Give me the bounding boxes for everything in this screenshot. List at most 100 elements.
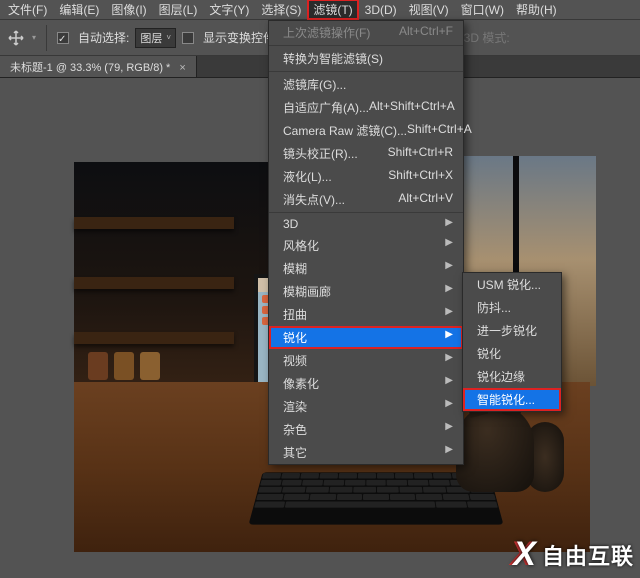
photo-shelf xyxy=(74,277,234,289)
filter-menu-item[interactable]: 扭曲▶ xyxy=(269,303,463,326)
menu-item-label: 渲染 xyxy=(283,398,307,415)
filter-menu-item[interactable]: 镜头校正(R)... Shift+Ctrl+R xyxy=(269,142,463,165)
menu-shortcut: Alt+Shift+Ctrl+A xyxy=(369,99,455,116)
menu-item-label: 镜头校正(R)... xyxy=(283,145,358,162)
menu-item-label: 视频 xyxy=(283,352,307,369)
menu-help[interactable]: 帮助(H) xyxy=(510,0,563,20)
close-tab-icon[interactable]: × xyxy=(179,62,185,74)
show-transform-label: 显示变换控件 xyxy=(203,29,275,46)
filter-menu-item[interactable]: 锐化 ▶ xyxy=(269,326,463,349)
sharpen-menu-item[interactable]: 锐化边缘 xyxy=(463,365,561,388)
menu-item-label: 锐化 xyxy=(283,329,307,346)
menu-edit[interactable]: 编辑(E) xyxy=(53,0,105,20)
menu-3d[interactable]: 3D(D) xyxy=(359,1,403,19)
document-tab[interactable]: 未标题-1 @ 33.3% (79, RGB/8) * × xyxy=(0,56,197,77)
menu-item-label: 模糊 xyxy=(283,260,307,277)
show-transform-checkbox[interactable] xyxy=(182,32,194,44)
filter-menu-dropdown: 上次滤镜操作(F) Alt+Ctrl+F 转换为智能滤镜(S) 滤镜库(G)... 自适… xyxy=(268,20,464,465)
auto-select-label: 自动选择: xyxy=(78,29,129,46)
menu-shortcut: Shift+Ctrl+R xyxy=(388,145,453,162)
submenu-arrow-icon: ▶ xyxy=(445,329,453,346)
menu-shortcut: Shift+Ctrl+A xyxy=(407,122,472,139)
sharpen-menu-item[interactable]: 防抖... xyxy=(463,296,561,319)
menu-item-label: 防抖... xyxy=(477,299,511,316)
menu-item-label: 3D xyxy=(283,217,298,231)
menubar: 文件(F) 编辑(E) 图像(I) 图层(L) 文字(Y) 选择(S) 滤镜(T… xyxy=(0,0,640,20)
photo-shelf xyxy=(74,217,234,229)
filter-menu-item[interactable]: 消失点(V)...Alt+Ctrl+V xyxy=(269,188,463,211)
menu-item-label: 自适应广角(A)... xyxy=(283,99,369,116)
submenu-arrow-icon: ▶ xyxy=(445,444,453,461)
separator xyxy=(46,25,47,51)
menu-item-label: 液化(L)... xyxy=(283,168,332,185)
menu-select[interactable]: 选择(S) xyxy=(255,0,307,20)
submenu-arrow-icon: ▶ xyxy=(445,217,453,231)
filter-menu-item[interactable]: 模糊 ▶ xyxy=(269,257,463,280)
menu-image[interactable]: 图像(I) xyxy=(105,0,152,20)
3d-mode-icon xyxy=(516,31,530,45)
sharpen-menu-item[interactable]: 进一步锐化 xyxy=(463,319,561,342)
document-tab-title: 未标题-1 @ 33.3% (79, RGB/8) * xyxy=(10,62,170,74)
sharpen-menu-item[interactable]: 锐化 xyxy=(463,342,561,365)
filter-menu-item[interactable]: 自适应广角(A)...Alt+Shift+Ctrl+A xyxy=(269,96,463,119)
menu-separator xyxy=(269,71,463,72)
filter-menu-item[interactable]: 杂色 ▶ xyxy=(269,418,463,441)
photo-object xyxy=(114,352,134,380)
filter-menu-item[interactable]: 滤镜库(G)... xyxy=(269,73,463,96)
filter-menu-item[interactable]: 像素化 ▶ xyxy=(269,372,463,395)
menu-separator xyxy=(269,45,463,46)
submenu-arrow-icon: ▶ xyxy=(445,375,453,392)
submenu-arrow-icon: ▶ xyxy=(445,421,453,438)
submenu-arrow-icon: ▶ xyxy=(445,260,453,277)
sharpen-submenu: USM 锐化... 防抖... 进一步锐化锐化锐化边缘智能锐化... xyxy=(462,272,562,412)
menu-file[interactable]: 文件(F) xyxy=(2,0,53,20)
menu-item-label: 其它 xyxy=(283,444,307,461)
submenu-arrow-icon: ▶ xyxy=(445,306,453,323)
filter-menu-item[interactable]: 其它 ▶ xyxy=(269,441,463,464)
filter-menu-item[interactable]: 风格化 ▶ xyxy=(269,234,463,257)
menu-layer[interactable]: 图层(L) xyxy=(153,0,204,20)
watermark-text: 自由互联 xyxy=(542,539,634,571)
menu-item-label: 模糊画廊 xyxy=(283,283,331,300)
layer-dropdown[interactable]: 图层 ˅ xyxy=(135,28,176,48)
menu-item-label: Camera Raw 滤镜(C)... xyxy=(283,122,407,139)
submenu-arrow-icon: ▶ xyxy=(445,237,453,254)
watermark-logo: X xyxy=(513,535,536,574)
auto-select-checkbox[interactable] xyxy=(57,32,69,44)
menu-item-label: 智能锐化... xyxy=(477,391,535,408)
menu-item-label: USM 锐化... xyxy=(477,276,541,293)
sharpen-menu-item[interactable]: USM 锐化... xyxy=(463,273,561,296)
menu-item-label: 上次滤镜操作(F) xyxy=(283,24,370,41)
filter-menu-item[interactable]: Camera Raw 滤镜(C)...Shift+Ctrl+A xyxy=(269,119,463,142)
filter-menu-item[interactable]: 视频 ▶ xyxy=(269,349,463,372)
menu-item-label: 风格化 xyxy=(283,237,319,254)
menu-item-label: 转换为智能滤镜(S) xyxy=(283,50,383,67)
filter-menu-item[interactable]: 模糊画廊▶ xyxy=(269,280,463,303)
menu-item-label: 锐化 xyxy=(477,345,501,362)
filter-menu-item: 上次滤镜操作(F) Alt+Ctrl+F xyxy=(269,21,463,44)
menu-view[interactable]: 视图(V) xyxy=(403,0,455,20)
chevron-down-icon: ˅ xyxy=(166,33,171,42)
move-tool-icon[interactable] xyxy=(6,28,26,48)
filter-menu-item[interactable]: 液化(L)... Shift+Ctrl+X xyxy=(269,165,463,188)
menu-item-label: 消失点(V)... xyxy=(283,191,345,208)
menu-item-label: 滤镜库(G)... xyxy=(283,76,346,93)
layer-dropdown-label: 图层 xyxy=(140,30,162,46)
menu-item-label: 杂色 xyxy=(283,421,307,438)
filter-menu-item[interactable]: 渲染▶ xyxy=(269,395,463,418)
menu-text[interactable]: 文字(Y) xyxy=(203,0,255,20)
filter-menu-item[interactable]: 转换为智能滤镜(S) xyxy=(269,47,463,70)
menu-window[interactable]: 窗口(W) xyxy=(455,0,510,20)
photo-object xyxy=(140,352,160,380)
3d-mode-label: 3D 模式: xyxy=(464,29,510,46)
menu-filter[interactable]: 滤镜(T) xyxy=(307,0,358,20)
menu-item-label: 锐化边缘 xyxy=(477,368,525,385)
submenu-arrow-icon: ▶ xyxy=(445,352,453,369)
sharpen-menu-item[interactable]: 智能锐化... xyxy=(463,388,561,411)
menu-item-label: 像素化 xyxy=(283,375,319,392)
menu-shortcut: Alt+Ctrl+F xyxy=(399,24,453,41)
menu-shortcut: Shift+Ctrl+X xyxy=(388,168,453,185)
filter-menu-item[interactable]: 3D ▶ xyxy=(269,214,463,234)
tool-dropdown-icon[interactable]: ▾ xyxy=(32,33,36,42)
photo-shelf xyxy=(74,332,234,344)
